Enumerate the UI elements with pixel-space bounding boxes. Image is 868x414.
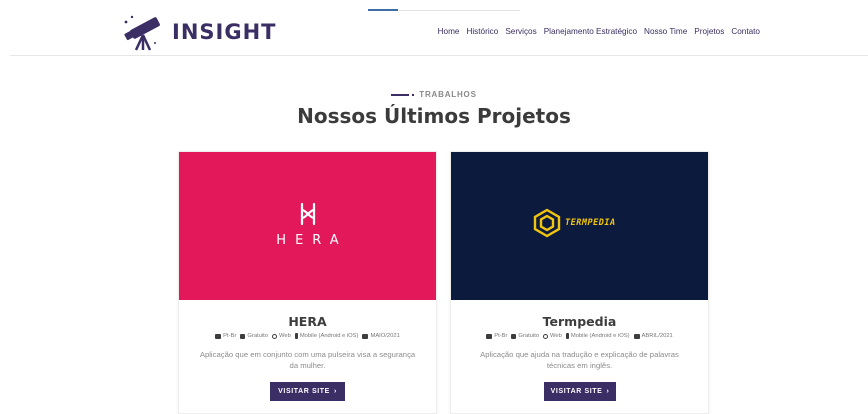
project-image-hera: HERA bbox=[179, 152, 436, 300]
meta-date: ABRIL/2021 bbox=[641, 333, 673, 339]
meta-mobile: Mobile (Android e iOS) bbox=[570, 333, 630, 339]
termpedia-logo: TERMPEDIA bbox=[533, 208, 616, 238]
nav-planejamento[interactable]: Planejamento Estratégico bbox=[544, 27, 637, 36]
hera-logo-text: HERA bbox=[276, 233, 348, 248]
meta-price: Gratuito bbox=[247, 333, 269, 339]
bag-icon bbox=[240, 333, 246, 339]
project-card-termpedia: TERMPEDIA Termpedia Pt-Br Gratuito Web M… bbox=[450, 151, 709, 414]
globe-icon bbox=[272, 333, 278, 339]
termpedia-logo-text: TERMPEDIA bbox=[565, 218, 616, 228]
bag-icon bbox=[511, 333, 517, 339]
meta-date: MAIO/2021 bbox=[370, 333, 400, 339]
project-title: Termpedia bbox=[542, 314, 617, 329]
chevron-right-icon: › bbox=[606, 388, 610, 395]
eyebrow-dash bbox=[391, 93, 415, 96]
main-nav: Home Histórico Serviços Planejamento Est… bbox=[438, 27, 760, 36]
nav-home[interactable]: Home bbox=[438, 27, 460, 36]
project-meta: Pt-Br Gratuito Web Mobile (Android e iOS… bbox=[179, 333, 436, 339]
nav-historico[interactable]: Histórico bbox=[466, 27, 498, 36]
meta-language: Pt-Br bbox=[223, 333, 237, 339]
meta-mobile: Mobile (Android e iOS) bbox=[299, 333, 359, 339]
header-divider bbox=[10, 55, 868, 56]
visit-site-button-hera[interactable]: VISITAR SITE › bbox=[270, 382, 345, 401]
nav-projetos[interactable]: Projetos bbox=[694, 27, 724, 36]
visit-site-label: VISITAR SITE bbox=[550, 388, 603, 395]
project-title: HERA bbox=[288, 314, 327, 329]
nav-contato[interactable]: Contato bbox=[731, 27, 760, 36]
chevron-right-icon: › bbox=[333, 388, 337, 395]
calendar-icon bbox=[633, 333, 640, 339]
eyebrow-label: TRABALHOS bbox=[419, 90, 477, 99]
project-description: Aplicação que em conjunto com uma pulsei… bbox=[199, 350, 416, 370]
hera-logo: HERA bbox=[179, 201, 436, 248]
globe-icon bbox=[543, 333, 549, 339]
language-icon bbox=[486, 333, 493, 339]
project-image-termpedia: TERMPEDIA bbox=[451, 152, 708, 300]
site-header: INSIGHT Home Histórico Serviços Planejam… bbox=[0, 0, 868, 56]
brand-name: INSIGHT bbox=[172, 20, 277, 44]
nav-nosso-time[interactable]: Nosso Time bbox=[644, 27, 687, 36]
meta-language: Pt-Br bbox=[494, 333, 508, 339]
brand-logo[interactable]: INSIGHT bbox=[122, 14, 277, 51]
project-description: Aplicação que ajuda na tradução e explic… bbox=[480, 350, 679, 370]
calendar-icon bbox=[362, 333, 369, 339]
section-eyebrow: TRABALHOS bbox=[0, 90, 868, 99]
phone-icon bbox=[565, 333, 569, 339]
project-meta: Pt-Br Gratuito Web Mobile (Android e iOS… bbox=[451, 333, 708, 339]
termpedia-hex-icon bbox=[533, 208, 561, 238]
telescope-icon bbox=[124, 15, 160, 51]
nav-servicos[interactable]: Serviços bbox=[505, 27, 536, 36]
section-title: Nossos Últimos Projetos bbox=[297, 104, 571, 128]
meta-web: Web bbox=[550, 333, 562, 339]
project-card-hera: HERA HERA Pt-Br Gratuito Web Mobile (And… bbox=[178, 151, 437, 414]
language-icon bbox=[215, 333, 222, 339]
visit-site-button-termpedia[interactable]: VISITAR SITE › bbox=[544, 382, 616, 401]
hera-h-icon bbox=[300, 202, 315, 226]
meta-web: Web bbox=[279, 333, 291, 339]
visit-site-label: VISITAR SITE bbox=[278, 388, 330, 395]
phone-icon bbox=[294, 333, 298, 339]
meta-price: Gratuito bbox=[518, 333, 540, 339]
top-accent-line bbox=[368, 9, 520, 11]
